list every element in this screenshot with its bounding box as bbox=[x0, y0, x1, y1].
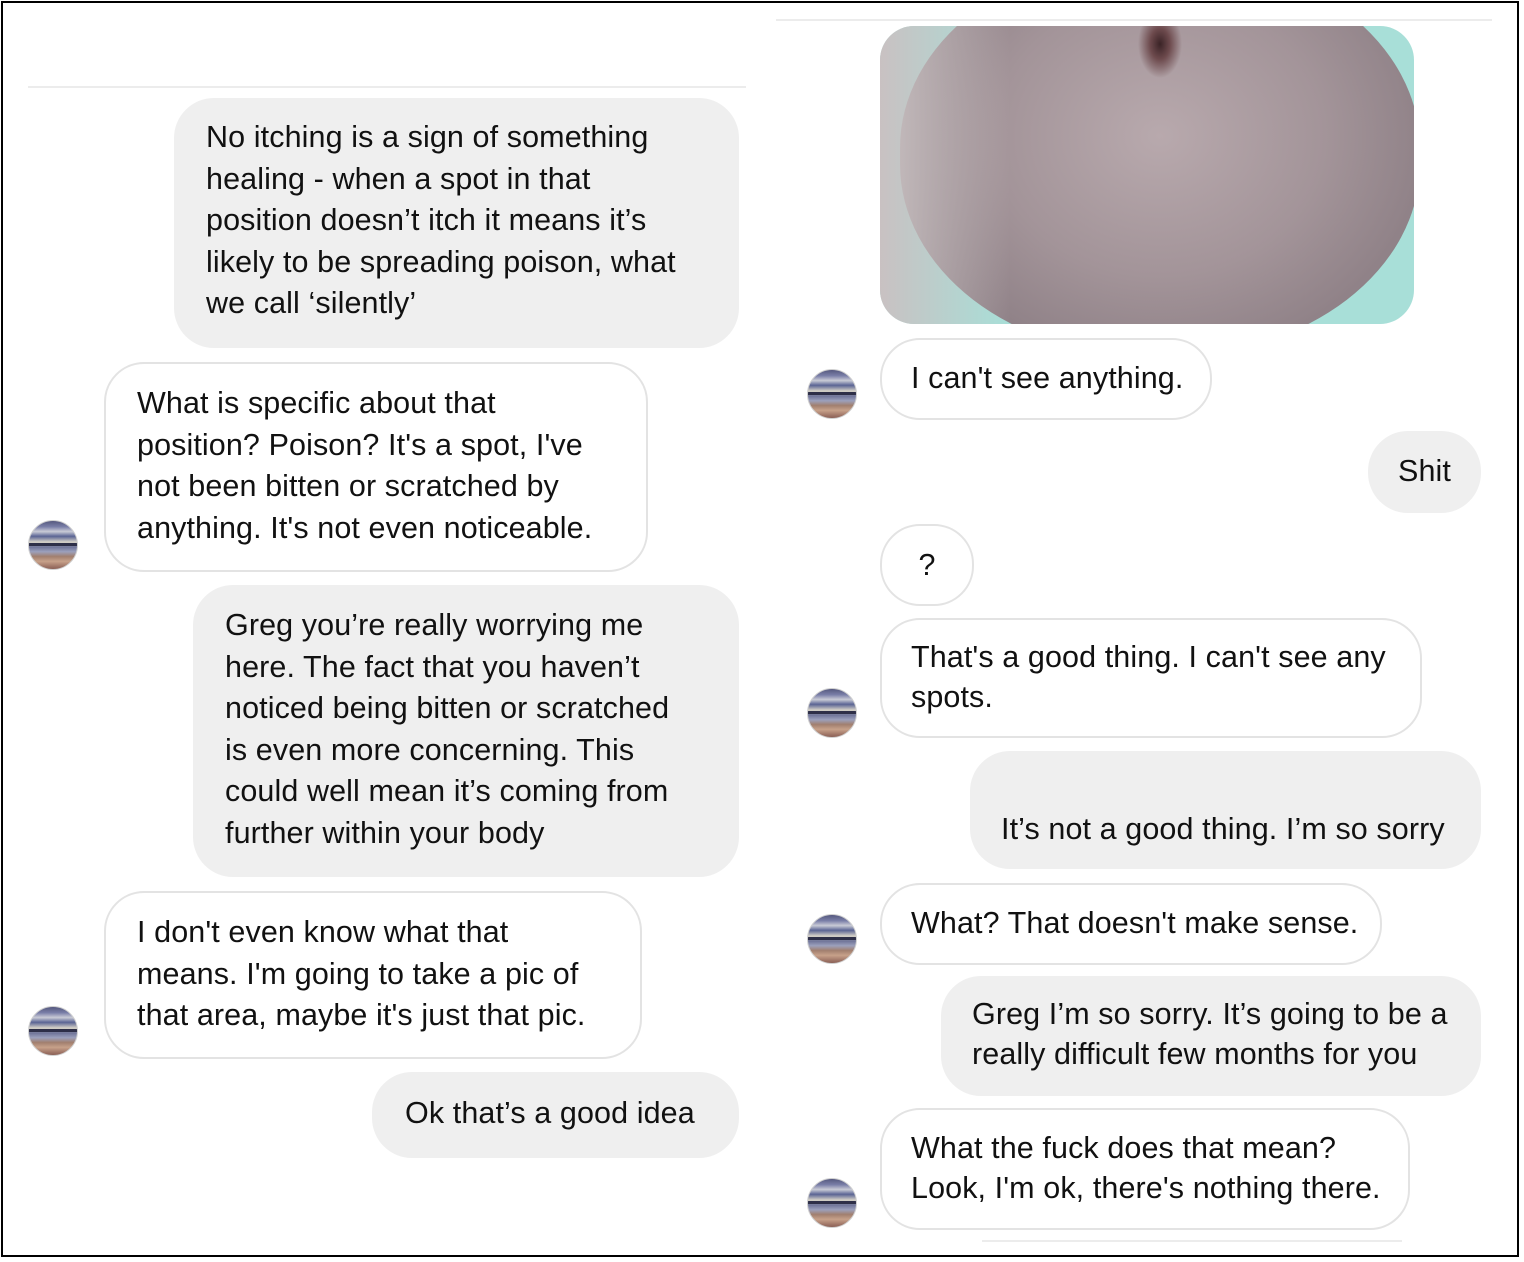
contact-avatar[interactable] bbox=[807, 1178, 857, 1228]
message-received[interactable]: I can't see anything. bbox=[880, 338, 1212, 420]
message-sent[interactable]: No itching is a sign of something healin… bbox=[174, 98, 739, 348]
contact-avatar[interactable] bbox=[807, 369, 857, 419]
divider-line bbox=[776, 19, 1492, 21]
message-sent[interactable]: Shit bbox=[1368, 431, 1481, 513]
message-sent[interactable]: Greg I’m so sorry. It’s going to be a re… bbox=[941, 976, 1481, 1096]
message-received[interactable]: What the fuck does that mean? Look, I'm … bbox=[880, 1108, 1410, 1230]
shared-photo[interactable] bbox=[880, 26, 1414, 324]
divider-line bbox=[28, 86, 746, 88]
photo-shadow bbox=[880, 26, 1010, 324]
message-sent[interactable]: It’s not a good thing. I’m so sorry bbox=[970, 751, 1481, 925]
contact-avatar[interactable] bbox=[28, 1006, 78, 1056]
message-received[interactable]: I don't even know what that means. I'm g… bbox=[104, 891, 642, 1059]
divider-line bbox=[982, 1240, 1402, 1242]
message-received[interactable]: What is specific about that position? Po… bbox=[104, 362, 648, 572]
message-sent[interactable]: Ok that’s a good idea bbox=[372, 1072, 739, 1158]
message-received[interactable]: That's a good thing. I can't see any spo… bbox=[880, 618, 1422, 738]
message-received[interactable]: What? That doesn't make sense. bbox=[880, 883, 1382, 965]
message-text: It’s not a good thing. I’m so sorry bbox=[1001, 811, 1445, 846]
message-received[interactable]: ? bbox=[880, 524, 974, 606]
message-sent[interactable]: Greg you’re really worrying me here. The… bbox=[193, 585, 739, 877]
contact-avatar[interactable] bbox=[28, 520, 78, 570]
contact-avatar[interactable] bbox=[807, 914, 857, 964]
contact-avatar[interactable] bbox=[807, 688, 857, 738]
